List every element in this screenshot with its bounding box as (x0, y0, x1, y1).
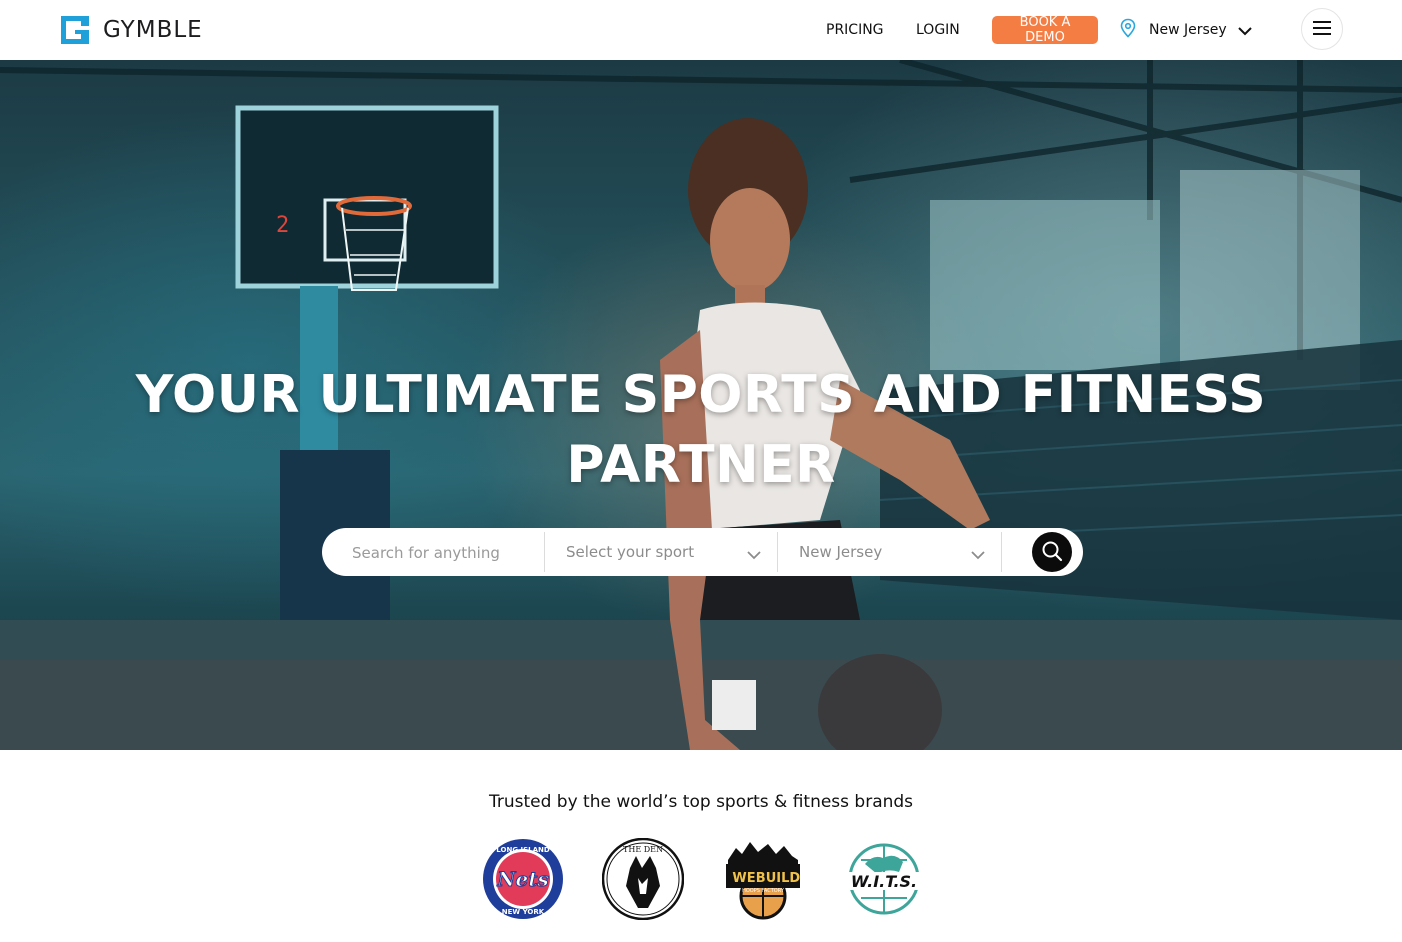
chevron-down-icon (970, 545, 986, 564)
brand-webuild-text-1: WE (732, 871, 755, 886)
main-nav: PRICING LOGIN BOOK A DEMO New Jersey (0, 15, 1402, 45)
location-selector[interactable]: New Jersey (1119, 18, 1253, 42)
svg-text:2: 2 (276, 213, 289, 238)
search-icon (1041, 540, 1063, 565)
chevron-down-icon (746, 545, 762, 564)
brand-webuild-text-2: BUILD (756, 871, 801, 886)
nav-login-link[interactable]: LOGIN (916, 22, 960, 38)
sport-select-label: Select your sport (566, 543, 695, 561)
brand-den-text: THE DEN (623, 845, 663, 854)
brand-logo-the-den[interactable]: THE DEN (601, 837, 685, 921)
hero-heading-line-2: PARTNER (566, 435, 836, 495)
site-header: GYMBLE PRICING LOGIN BOOK A DEMO New Jer… (0, 0, 1402, 60)
location-select-label: New Jersey (799, 543, 883, 561)
hero-banner: 2 YOUR ULTIMATE SPORTS AND FITNESS PARTN… (0, 60, 1402, 750)
location-select[interactable]: New Jersey (799, 528, 999, 576)
brand-logo-wits[interactable]: W.I.T.S. (843, 838, 925, 920)
brand-webuild-text-3: HOOPS FACTORY (742, 888, 785, 894)
menu-icon (1312, 20, 1332, 39)
divider (1001, 532, 1002, 572)
brand-nets-bottom-text: NEW YORK (502, 908, 545, 916)
search-input[interactable] (350, 540, 544, 566)
brand-logo-we-build[interactable]: WE BUILD HOOPS FACTORY (722, 838, 804, 920)
nav-pricing-link[interactable]: PRICING (826, 22, 884, 38)
brand-nets-top-text: LONG ISLAND (496, 846, 550, 854)
search-bar: Select your sport New Jersey (322, 528, 1083, 576)
brand-nets-center-text: Nets (496, 867, 549, 891)
chevron-down-icon (1237, 21, 1253, 40)
brand-wits-text: W.I.T.S. (851, 872, 917, 891)
book-demo-button[interactable]: BOOK A DEMO (992, 15, 1098, 45)
brand-logo-long-island-nets[interactable]: LONG ISLAND Nets NEW YORK (482, 838, 564, 920)
brand-logos: LONG ISLAND Nets NEW YORK THE DEN WE BUI… (0, 837, 1402, 921)
search-button[interactable] (1032, 532, 1072, 572)
location-label: New Jersey (1149, 22, 1227, 38)
sport-select[interactable]: Select your sport (566, 528, 776, 576)
hero-heading-line-1: YOUR ULTIMATE SPORTS AND FITNESS (135, 365, 1267, 425)
divider (777, 532, 778, 572)
hero-heading: YOUR ULTIMATE SPORTS AND FITNESS PARTNER (0, 360, 1402, 500)
divider (544, 532, 545, 572)
map-pin-icon (1119, 18, 1137, 42)
trusted-brands-heading: Trusted by the world’s top sports & fitn… (488, 792, 914, 812)
hamburger-menu-button[interactable] (1301, 8, 1343, 50)
